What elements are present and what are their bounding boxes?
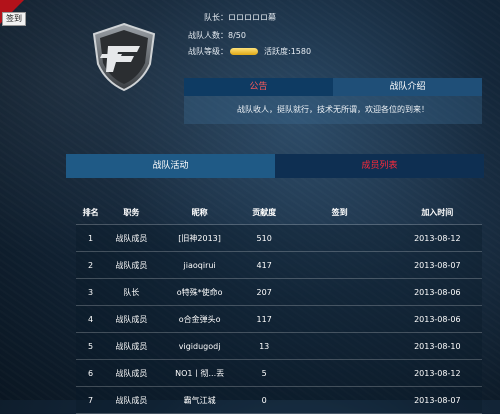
cell-join-time: 2013-08-06 [392, 305, 482, 333]
cell-rank: 3 [76, 278, 106, 306]
team-logo-icon [92, 22, 156, 92]
team-level-label: 战队等级： [188, 47, 228, 56]
header-nickname: 昵称 [191, 207, 208, 217]
member-count: 战队人数：8/50 [188, 31, 246, 40]
cell-contribution: 117 [241, 305, 287, 333]
header-join-time: 加入时间 [421, 207, 454, 217]
content-tabs: 战队活动 成员列表 [66, 154, 484, 178]
tab-member-list[interactable]: 成员列表 [275, 154, 484, 178]
cell-join-time: 2013-08-07 [392, 386, 482, 414]
cell-nickname: jiaoqirui [157, 251, 242, 279]
cell-nickname: NO1丨彻...丟 [157, 359, 242, 387]
cell-role: 战队成员 [105, 224, 158, 252]
header-checkin: 签到 [331, 207, 348, 217]
cell-role: 战队成员 [105, 305, 158, 333]
tab-team-intro[interactable]: 战队介绍 [333, 78, 482, 96]
cell-checkin [286, 359, 393, 387]
cell-rank: 4 [76, 305, 106, 333]
cell-contribution: 13 [241, 332, 287, 360]
header-contribution: 贡献度 [252, 207, 277, 217]
table-row[interactable]: 4 战队成员 o合金弹头o 117 2013-08-06 [76, 305, 482, 333]
cell-role: 战队成员 [105, 386, 158, 414]
cell-nickname: vigidugodj [157, 332, 242, 360]
member-table: 排名 职务 昵称 贡献度 签到 加入时间 1 战队成员 [旧神2013] 510… [76, 200, 482, 414]
level-bar [230, 48, 258, 55]
header-rank: 排名 [82, 207, 99, 217]
activity-value: 活跃度:1580 [264, 47, 312, 56]
cell-checkin [286, 251, 393, 279]
cell-join-time: 2013-08-07 [392, 251, 482, 279]
top-tabs: 公告 战队介绍 [184, 78, 482, 96]
cell-rank: 2 [76, 251, 106, 279]
cell-nickname: 霸气江城 [157, 386, 242, 414]
table-row[interactable]: 1 战队成员 [旧神2013] 510 2013-08-12 [76, 224, 482, 252]
cell-join-time: 2013-08-12 [392, 224, 482, 252]
cell-rank: 1 [76, 224, 106, 252]
cell-nickname: o特殊*使命o [157, 278, 242, 306]
header-role: 职务 [123, 207, 140, 217]
table-row[interactable]: 6 战队成员 NO1丨彻...丟 5 2013-08-12 [76, 359, 482, 387]
table-row[interactable]: 3 队长 o特殊*使命o 207 2013-08-06 [76, 278, 482, 306]
cell-nickname: [旧神2013] [157, 224, 242, 252]
table-row[interactable]: 7 战队成员 霸气江城 0 2013-08-07 [76, 386, 482, 414]
table-row[interactable]: 5 战队成员 vigidugodj 13 2013-08-10 [76, 332, 482, 360]
cell-checkin [286, 332, 393, 360]
cell-role: 战队成员 [105, 251, 158, 279]
notice-text: 战队收人，挺队就行，技术无所谓，欢迎各位的到来！ [184, 96, 482, 124]
cell-contribution: 5 [241, 359, 287, 387]
cell-checkin [286, 224, 393, 252]
cell-role: 队长 [105, 278, 158, 306]
cell-contribution: 207 [241, 278, 287, 306]
table-row[interactable]: 2 战队成员 jiaoqirui 417 2013-08-07 [76, 251, 482, 279]
cell-contribution: 0 [241, 386, 287, 414]
cell-rank: 7 [76, 386, 106, 414]
tab-team-activity[interactable]: 战队活动 [66, 154, 275, 178]
cell-contribution: 417 [241, 251, 287, 279]
cell-role: 战队成员 [105, 332, 158, 360]
cell-role: 战队成员 [105, 359, 158, 387]
cell-checkin [286, 386, 393, 414]
cell-join-time: 2013-08-06 [392, 278, 482, 306]
cell-checkin [286, 305, 393, 333]
team-leader: 队长：ロロロロロ幕 [204, 13, 276, 22]
cell-rank: 5 [76, 332, 106, 360]
tab-notice[interactable]: 公告 [184, 78, 333, 96]
cell-join-time: 2013-08-12 [392, 359, 482, 387]
cell-checkin [286, 278, 393, 306]
team-level-row: 战队等级： 活跃度:1580 [188, 46, 311, 57]
cell-rank: 6 [76, 359, 106, 387]
checkin-tag[interactable]: 签到 [2, 12, 26, 26]
cell-contribution: 510 [241, 224, 287, 252]
cell-nickname: o合金弹头o [157, 305, 242, 333]
cell-join-time: 2013-08-10 [392, 332, 482, 360]
table-header-row: 排名 职务 昵称 贡献度 签到 加入时间 [76, 200, 482, 225]
